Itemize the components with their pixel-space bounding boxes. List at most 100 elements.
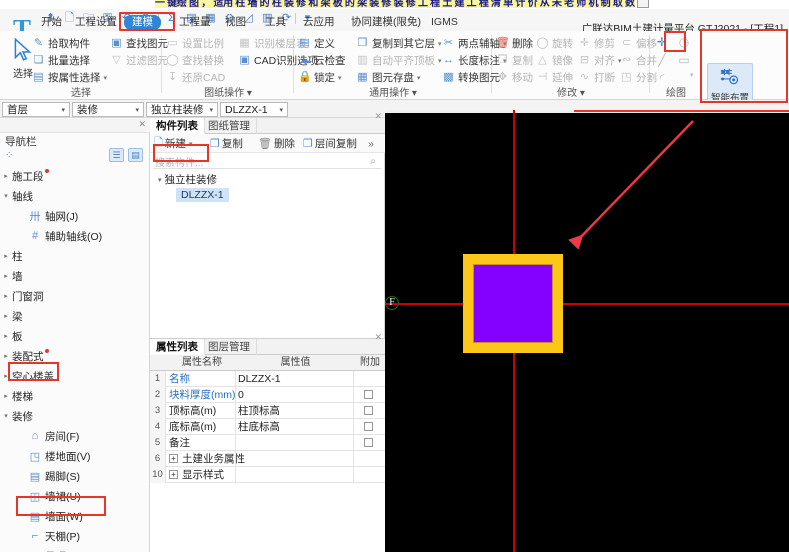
rect-draw-icon[interactable]: ▭: [676, 52, 692, 67]
search-icon[interactable]: ⌕: [370, 156, 376, 167]
ribbon-tab-3[interactable]: 工程量: [176, 15, 214, 30]
point-draw-icon[interactable]: ✛: [654, 34, 670, 49]
ribbon-tab-4[interactable]: 视图: [222, 15, 249, 30]
chevron-right-icon[interactable]: ▸: [0, 272, 12, 280]
nav-item-轴线[interactable]: ▾ 轴线: [0, 186, 150, 206]
component-panel-close-icon[interactable]: ✕: [374, 111, 382, 122]
ribbon-tab-0[interactable]: 开始: [38, 15, 65, 30]
component-tab-0[interactable]: 构件列表: [150, 118, 205, 134]
property-row[interactable]: 3 顶标高(m) 柱顶标高: [150, 403, 385, 419]
chevron-down-icon[interactable]: ▾: [104, 74, 108, 82]
chevron-down-icon[interactable]: ▾: [417, 74, 421, 82]
ribbon-item-锁定[interactable]: 🔒 锁定 ▾: [298, 69, 342, 86]
nav-item-吊顶(K)[interactable]: ▣吊顶(K): [0, 546, 150, 552]
ribbon-item-复制到其它层[interactable]: ❐ 复制到其它层 ▾: [356, 35, 442, 52]
nav-item-梁[interactable]: ▸ 梁: [0, 306, 150, 326]
component-tab-1[interactable]: 图纸管理: [202, 118, 257, 134]
nav-item-踢脚(S)[interactable]: ▤ 踢脚(S): [0, 466, 150, 486]
expand-icon[interactable]: +: [169, 470, 178, 479]
component-tree-root[interactable]: ▾ 独立柱装修: [158, 172, 217, 187]
component-instance-selector[interactable]: DLZZX-1 ▾: [220, 102, 288, 117]
component-toolbar-overflow[interactable]: »: [368, 136, 374, 151]
nav-item-辅助轴线(O)[interactable]: # 辅助轴线(O): [0, 226, 150, 246]
property-attach-checkbox[interactable]: [364, 390, 373, 399]
nav-item-轴网(J)[interactable]: 卅轴网(J): [0, 206, 150, 226]
property-attach-checkbox[interactable]: [364, 422, 373, 431]
property-attach-checkbox[interactable]: [364, 438, 373, 447]
floor-selector[interactable]: 首层 ▾: [2, 102, 70, 117]
chevron-right-icon[interactable]: ▸: [0, 292, 12, 300]
ribbon-item-图元存盘[interactable]: ▦ 图元存盘 ▾: [356, 69, 421, 86]
property-tab-0[interactable]: 属性列表: [150, 339, 205, 355]
chevron-down-icon[interactable]: ▾: [0, 192, 12, 200]
nav-item-楼地面(V)[interactable]: ◳ 楼地面(V): [0, 446, 150, 466]
component-type-selector[interactable]: 独立柱装修 ▾: [146, 102, 218, 117]
nav-item-天棚(P)[interactable]: ⌐ 天棚(P): [0, 526, 150, 546]
property-value[interactable]: 柱顶标高: [238, 403, 280, 419]
nav-item-楼梯[interactable]: ▸ 楼梯: [0, 386, 150, 406]
ribbon-item-查找图元[interactable]: ▣ 查找图元: [110, 35, 168, 52]
nav-item-墙[interactable]: ▸ 墙: [0, 266, 150, 286]
nav-detail-view-icon[interactable]: ▤: [128, 148, 143, 162]
chevron-down-icon[interactable]: ▾: [438, 40, 442, 48]
ribbon-tab-2[interactable]: 建模: [124, 15, 161, 30]
nav-item-门窗洞[interactable]: ▸ 门窗洞: [0, 286, 150, 306]
component-toolbar-删除[interactable]: 🗑 删除: [258, 136, 295, 151]
property-row[interactable]: 10 + 显示样式: [150, 467, 385, 483]
nav-item-板[interactable]: ▸ 板: [0, 326, 150, 346]
chevron-right-icon[interactable]: ▸: [0, 252, 12, 260]
arc-draw-caret-icon[interactable]: ▾: [690, 71, 694, 79]
property-value[interactable]: DLZZX-1: [238, 371, 281, 387]
chevron-right-icon[interactable]: ▸: [0, 172, 12, 180]
nav-item-房间(F)[interactable]: ⌂ 房间(F): [0, 426, 150, 446]
component-toolbar-新建[interactable]: 🗋 新建 ▾: [154, 136, 192, 151]
chevron-down-icon[interactable]: ▾: [189, 140, 193, 148]
property-tab-1[interactable]: 图层管理: [202, 339, 257, 355]
property-value[interactable]: 0: [238, 387, 244, 403]
line-draw-icon[interactable]: ╱: [654, 52, 670, 67]
component-toolbar-复制[interactable]: ❐ 复制: [210, 136, 243, 151]
chevron-right-icon[interactable]: ▸: [0, 392, 12, 400]
chevron-down-icon[interactable]: ▾: [0, 412, 12, 420]
ribbon-tab-7[interactable]: 协同建模(限免): [348, 15, 424, 30]
nav-item-柱[interactable]: ▸ 柱: [0, 246, 150, 266]
component-tree-item-dlzzx1[interactable]: DLZZX-1: [176, 188, 229, 202]
ribbon-item-定义[interactable]: ▤ 定义: [298, 35, 335, 52]
chevron-right-icon[interactable]: ▸: [0, 352, 12, 360]
ribbon-tab-6[interactable]: 云应用: [300, 15, 338, 30]
component-search-input[interactable]: 搜索构件... ⌕: [153, 154, 381, 169]
chevron-down-icon[interactable]: ▾: [135, 106, 139, 114]
nav-list-view-icon[interactable]: ☰: [109, 148, 124, 162]
drawing-canvas[interactable]: F: [385, 110, 789, 552]
chevron-down-icon[interactable]: ▾: [279, 106, 283, 114]
property-attach-checkbox[interactable]: [364, 406, 373, 415]
nav-item-施工段[interactable]: ▸ 施工段: [0, 166, 150, 186]
ribbon-tab-5[interactable]: 工具: [262, 15, 289, 30]
nav-pin-icon[interactable]: ⁘: [5, 150, 13, 161]
chevron-down-icon[interactable]: ▾: [61, 106, 65, 114]
expand-icon[interactable]: +: [169, 454, 178, 463]
nav-close-icon[interactable]: ✕: [138, 119, 146, 130]
ribbon-tab-8[interactable]: IGMS: [428, 15, 461, 30]
property-row[interactable]: 4 底标高(m) 柱底标高: [150, 419, 385, 435]
nav-item-墙面(W)[interactable]: ▤ 墙面(W): [0, 506, 150, 526]
ribbon-item-拾取构件[interactable]: ✎ 拾取构件: [32, 35, 90, 52]
chevron-down-icon[interactable]: ▾: [209, 106, 213, 114]
chevron-right-icon[interactable]: ▸: [0, 332, 12, 340]
property-row[interactable]: 5 备注: [150, 435, 385, 451]
component-toolbar-层间复制[interactable]: ❐ 层间复制: [303, 136, 357, 151]
chevron-right-icon[interactable]: ▸: [0, 372, 12, 380]
circle-draw-icon[interactable]: ◷: [676, 34, 692, 49]
nav-item-空心楼盖[interactable]: ▸ 空心楼盖: [0, 366, 150, 386]
ribbon-item-批量选择[interactable]: ❏ 批量选择: [32, 52, 90, 69]
nav-item-墙裙(U)[interactable]: ◫ 墙裙(U): [0, 486, 150, 506]
chevron-down-icon[interactable]: ▾: [158, 176, 162, 184]
banner-close-box[interactable]: [637, 0, 649, 8]
chevron-down-icon[interactable]: ▾: [338, 74, 342, 82]
property-row[interactable]: 1 名称 DLZZX-1: [150, 371, 385, 387]
chevron-down-icon[interactable]: ▾: [438, 57, 442, 65]
chevron-right-icon[interactable]: ▸: [0, 312, 12, 320]
property-panel-close-icon[interactable]: ✕: [374, 332, 382, 343]
property-row[interactable]: 6 + 土建业务属性: [150, 451, 385, 467]
column-body-inner[interactable]: [473, 264, 553, 343]
